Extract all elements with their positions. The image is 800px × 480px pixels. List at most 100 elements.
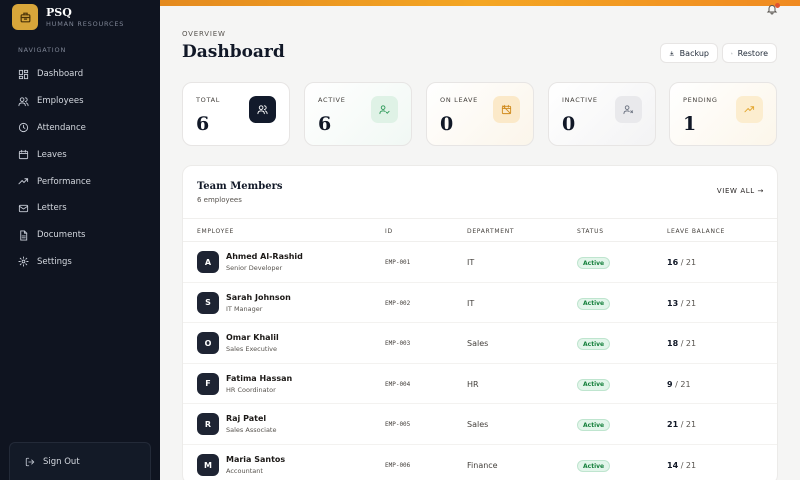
user-check-icon <box>371 96 398 123</box>
sidebar-item-leaves[interactable]: Leaves <box>10 141 150 168</box>
employee-department: Sales <box>467 420 489 430</box>
status-badge: Active <box>577 257 611 269</box>
stat-value: 0 <box>562 113 576 135</box>
column-header-employee[interactable]: EMPLOYEE <box>197 228 234 235</box>
column-header-department[interactable]: DEPARTMENT <box>467 228 514 235</box>
employee-name: Sarah Johnson <box>226 292 291 302</box>
users-icon <box>18 97 29 106</box>
table-row[interactable]: F Fatima Hassan HR Coordinator EMP-004 H… <box>183 364 777 405</box>
employee-role: Sales Associate <box>226 426 277 435</box>
leave-balance: 18 / 21 <box>667 339 696 348</box>
grid-icon <box>18 69 29 79</box>
employee-name: Maria Santos <box>226 455 286 464</box>
sidebar-item-label: Dashboard <box>37 69 84 80</box>
gear-icon <box>18 256 29 268</box>
sidebar: PSQ HUMAN RESOURCES NAVIGATION Dashboard… <box>0 0 160 480</box>
view-all-link[interactable]: VIEW ALL → <box>717 187 764 195</box>
leave-used: 18 <box>667 339 679 349</box>
sidebar-item-label: Attendance <box>37 122 86 133</box>
leave-used: 21 <box>667 420 679 430</box>
leave-used: 13 <box>667 298 679 308</box>
leave-total: / 21 <box>680 339 697 349</box>
trend-icon <box>18 178 29 185</box>
employee-name: Ahmed Al-Rashid <box>226 252 303 261</box>
brand[interactable]: PSQ HUMAN RESOURCES <box>12 4 124 30</box>
table-row[interactable]: A Ahmed Al-Rashid Senior Developer EMP-0… <box>183 242 777 283</box>
stat-label: ON LEAVE <box>440 96 478 104</box>
employee-name: Raj Patel <box>226 414 267 424</box>
stat-card-total[interactable]: TOTAL 6 <box>182 82 290 146</box>
sign-out-label: Sign Out <box>43 456 80 467</box>
top-accent-bar <box>160 0 800 6</box>
avatar: S <box>197 291 219 314</box>
restore-label: Restore <box>737 48 768 58</box>
sidebar-item-settings[interactable]: Settings <box>10 249 150 276</box>
employee-role: HR Coordinator <box>226 385 276 394</box>
leave-total: / 21 <box>675 379 691 389</box>
employee-department: Sales <box>467 339 489 349</box>
table-row[interactable]: M Maria Santos Accountant EMP-006 Financ… <box>183 445 777 480</box>
stat-card-inactive[interactable]: INACTIVE 0 <box>548 82 656 146</box>
employee-department: HR <box>467 379 479 389</box>
column-header-id[interactable]: ID <box>385 228 393 235</box>
restore-button[interactable]: Restore <box>722 43 777 63</box>
brand-subtitle: HUMAN RESOURCES <box>46 19 125 28</box>
column-header-leave-balance[interactable]: LEAVE BALANCE <box>667 228 725 235</box>
leave-balance: 9 / 21 <box>667 380 691 389</box>
brand-name: PSQ <box>46 5 72 19</box>
status-badge: Active <box>577 338 611 351</box>
sidebar-item-documents[interactable]: Documents <box>10 222 150 249</box>
employee-role: Accountant <box>226 467 263 475</box>
avatar: A <box>197 251 219 273</box>
sidebar-item-label: Documents <box>37 230 86 241</box>
leave-balance: 13 / 21 <box>667 299 696 308</box>
status-badge: Active <box>577 297 611 310</box>
sidebar-item-label: Performance <box>37 176 91 187</box>
sidebar-nav: Dashboard Employees Attendance Leaves Pe… <box>10 61 150 275</box>
leave-balance: 21 / 21 <box>667 420 696 429</box>
sidebar-item-label: Leaves <box>37 149 67 160</box>
sidebar-item-label: Settings <box>37 256 72 267</box>
sign-out-button[interactable]: Sign Out <box>9 442 151 480</box>
employee-role: Senior Developer <box>226 264 283 272</box>
page-title: Dashboard <box>182 42 285 62</box>
employee-id: EMP-002 <box>385 299 411 307</box>
sidebar-item-label: Letters <box>37 203 67 214</box>
table-row[interactable]: R Raj Patel Sales Associate EMP-005 Sale… <box>183 404 777 445</box>
document-icon <box>20 230 28 241</box>
card-title: Team Members <box>197 181 283 192</box>
stat-card-active[interactable]: ACTIVE 6 <box>304 82 412 146</box>
stat-value: 6 <box>196 113 210 135</box>
sidebar-item-performance[interactable]: Performance <box>10 168 150 195</box>
employee-id: EMP-006 <box>385 462 411 469</box>
table-row[interactable]: O Omar Khalil Sales Executive EMP-003 Sa… <box>183 323 777 364</box>
backup-label: Backup <box>679 48 709 58</box>
stat-label: ACTIVE <box>318 96 346 104</box>
employee-department: Finance <box>467 461 498 470</box>
team-members-card: Team Members 6 employees VIEW ALL → EMPL… <box>182 165 778 480</box>
clock-icon <box>18 123 29 133</box>
avatar: R <box>197 413 219 436</box>
notification-dot <box>775 3 780 8</box>
column-header-status[interactable]: STATUS <box>577 228 604 235</box>
sidebar-item-attendance[interactable]: Attendance <box>10 115 150 142</box>
card-subtitle: 6 employees <box>197 196 242 204</box>
sidebar-item-employees[interactable]: Employees <box>10 88 150 115</box>
leave-used: 14 <box>667 461 679 470</box>
sidebar-item-letters[interactable]: Letters <box>10 195 150 222</box>
employee-name: Fatima Hassan <box>226 373 293 383</box>
stat-label: PENDING <box>683 96 718 104</box>
leave-total: / 21 <box>680 420 697 430</box>
stat-card-pending[interactable]: PENDING 1 <box>669 82 777 146</box>
backup-button[interactable]: Backup <box>660 43 718 63</box>
leave-total: / 21 <box>680 461 697 470</box>
page-eyebrow: OVERVIEW <box>182 30 226 38</box>
stat-card-on-leave[interactable]: ON LEAVE 0 <box>426 82 534 146</box>
stat-label: TOTAL <box>196 96 221 104</box>
employee-id: EMP-003 <box>385 340 411 348</box>
leave-used: 16 <box>667 258 679 267</box>
mail-icon <box>18 204 29 213</box>
table-row[interactable]: S Sarah Johnson IT Manager EMP-002 IT Ac… <box>183 283 777 324</box>
sidebar-item-dashboard[interactable]: Dashboard <box>10 61 150 88</box>
nav-section-label: NAVIGATION <box>18 46 67 54</box>
